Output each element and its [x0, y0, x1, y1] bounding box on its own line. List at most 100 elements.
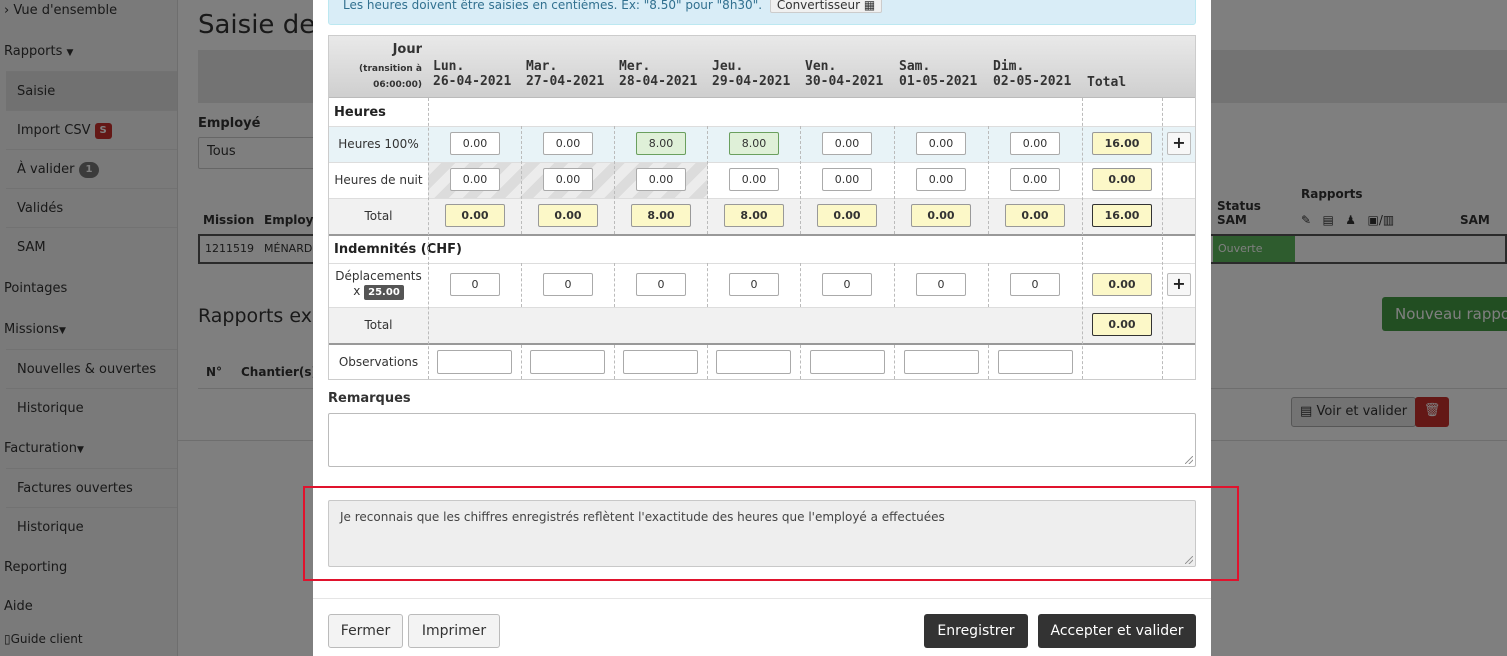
grid-header: Jour (transition à 06:00:00) Lun. 26-04-2…	[329, 36, 1195, 98]
report-modal: Les heures doivent être saisies en centi…	[303, 0, 1239, 656]
hours-grid: Jour (transition à 06:00:00) Lun. 26-04-2…	[328, 35, 1196, 380]
heures-100-row: Heures 100% 0.00 0.00 8.00 8.00 0.00 0.0…	[329, 126, 1195, 162]
add-row-button[interactable]: +	[1167, 273, 1191, 296]
row-total: 16.00	[1092, 132, 1152, 155]
day-total: 0.00	[538, 204, 598, 227]
observation-input[interactable]	[810, 350, 885, 374]
day-total: 0.00	[911, 204, 971, 227]
count-input[interactable]: 0	[916, 273, 966, 296]
row-label: Total	[364, 209, 393, 223]
row-total: 0.00	[1092, 273, 1152, 296]
count-input[interactable]: 0	[822, 273, 872, 296]
column-divider	[894, 263, 895, 307]
column-divider	[521, 263, 522, 307]
column-divider	[614, 126, 615, 234]
divider	[329, 263, 1195, 264]
divider	[329, 198, 1195, 199]
day-header: Mar. 27-04-2021	[526, 59, 605, 89]
hours-input[interactable]: 0.00	[636, 168, 686, 191]
hours-input[interactable]: 0.00	[822, 168, 872, 191]
close-button[interactable]: Fermer	[328, 614, 403, 648]
count-input[interactable]: 0	[729, 273, 779, 296]
day-header: Lun. 26-04-2021	[433, 59, 512, 89]
row-label: Déplacements x 25.00	[335, 269, 422, 300]
hours-input[interactable]: 8.00	[636, 132, 686, 155]
observation-input[interactable]	[437, 350, 512, 374]
column-divider	[614, 345, 615, 379]
day-total: 0.00	[817, 204, 877, 227]
converter-button[interactable]: Convertisseur ▦	[769, 0, 883, 13]
hours-input[interactable]: 0.00	[450, 132, 500, 155]
day-header: Jeu. 29-04-2021	[712, 59, 791, 89]
plus-icon: +	[1172, 133, 1186, 152]
day-total: 0.00	[1005, 204, 1065, 227]
observation-input[interactable]	[904, 350, 979, 374]
column-divider	[894, 345, 895, 379]
save-button[interactable]: Enregistrer	[924, 614, 1028, 648]
resize-handle[interactable]	[1185, 456, 1193, 464]
count-input[interactable]: 0	[543, 273, 593, 296]
row-label: Heures 100%	[338, 137, 419, 151]
count-input[interactable]: 0	[450, 273, 500, 296]
hours-input[interactable]: 8.00	[729, 132, 779, 155]
grand-total: 16.00	[1092, 204, 1152, 227]
indemnites-total-row: Total 0.00	[329, 307, 1195, 343]
remarques-textarea[interactable]	[328, 413, 1196, 467]
day-total: 0.00	[445, 204, 505, 227]
count-input[interactable]: 0	[1010, 273, 1060, 296]
indemnites-section-title: Indemnités (CHF)	[334, 242, 462, 257]
hours-input[interactable]: 0.00	[916, 132, 966, 155]
count-input[interactable]: 0	[636, 273, 686, 296]
hours-input[interactable]: 0.00	[916, 168, 966, 191]
add-row-button[interactable]: +	[1167, 132, 1191, 155]
hours-input[interactable]: 0.00	[729, 168, 779, 191]
column-divider	[707, 345, 708, 379]
print-button[interactable]: Imprimer	[408, 614, 500, 648]
deplacements-row: Déplacements x 25.00 0 0 0 0 0 0 0 0.00 …	[329, 263, 1195, 307]
observation-input[interactable]	[623, 350, 698, 374]
hours-input[interactable]: 0.00	[450, 168, 500, 191]
observations-row: Observations	[329, 345, 1195, 379]
column-divider	[1162, 98, 1163, 379]
transition-label: (transition à 06:00:00)	[359, 64, 422, 90]
hours-input[interactable]: 0.00	[822, 132, 872, 155]
grand-total: 0.00	[1092, 313, 1152, 336]
calculator-icon: ▦	[863, 0, 876, 12]
multiplier-badge: 25.00	[364, 285, 404, 300]
column-divider	[521, 126, 522, 234]
column-divider	[800, 263, 801, 307]
row-label: Observations	[338, 355, 419, 369]
accept-validate-button[interactable]: Accepter et valider	[1038, 614, 1196, 648]
column-divider	[988, 345, 989, 379]
day-total: 8.00	[631, 204, 691, 227]
hours-input[interactable]: 0.00	[1010, 168, 1060, 191]
row-label: Heures de nuit	[334, 173, 423, 187]
column-divider	[800, 126, 801, 234]
divider	[329, 162, 1195, 163]
column-divider	[894, 126, 895, 234]
highlight-box	[303, 486, 1239, 581]
day-total: 8.00	[724, 204, 784, 227]
observation-input[interactable]	[530, 350, 605, 374]
column-divider	[800, 345, 801, 379]
column-divider	[988, 126, 989, 234]
observation-input[interactable]	[716, 350, 791, 374]
divider	[313, 598, 1211, 599]
column-divider	[1082, 98, 1083, 379]
hours-input[interactable]: 0.00	[543, 132, 593, 155]
hours-input[interactable]: 0.00	[543, 168, 593, 191]
hours-input[interactable]: 0.00	[1010, 132, 1060, 155]
heures-total-row: Total 0.00 0.00 8.00 8.00 0.00 0.00 0.00…	[329, 198, 1195, 234]
column-divider	[614, 263, 615, 307]
day-header: Ven. 30-04-2021	[805, 59, 884, 89]
row-total: 0.00	[1092, 168, 1152, 191]
divider	[329, 126, 1195, 127]
column-divider	[988, 263, 989, 307]
day-header: Sam. 01-05-2021	[899, 59, 978, 89]
jour-label: Jour	[392, 42, 422, 57]
day-header: Dim. 02-05-2021	[993, 59, 1072, 89]
observation-input[interactable]	[998, 350, 1073, 374]
column-divider	[707, 263, 708, 307]
day-header: Mer. 28-04-2021	[619, 59, 698, 89]
heures-section-title: Heures	[334, 105, 386, 120]
